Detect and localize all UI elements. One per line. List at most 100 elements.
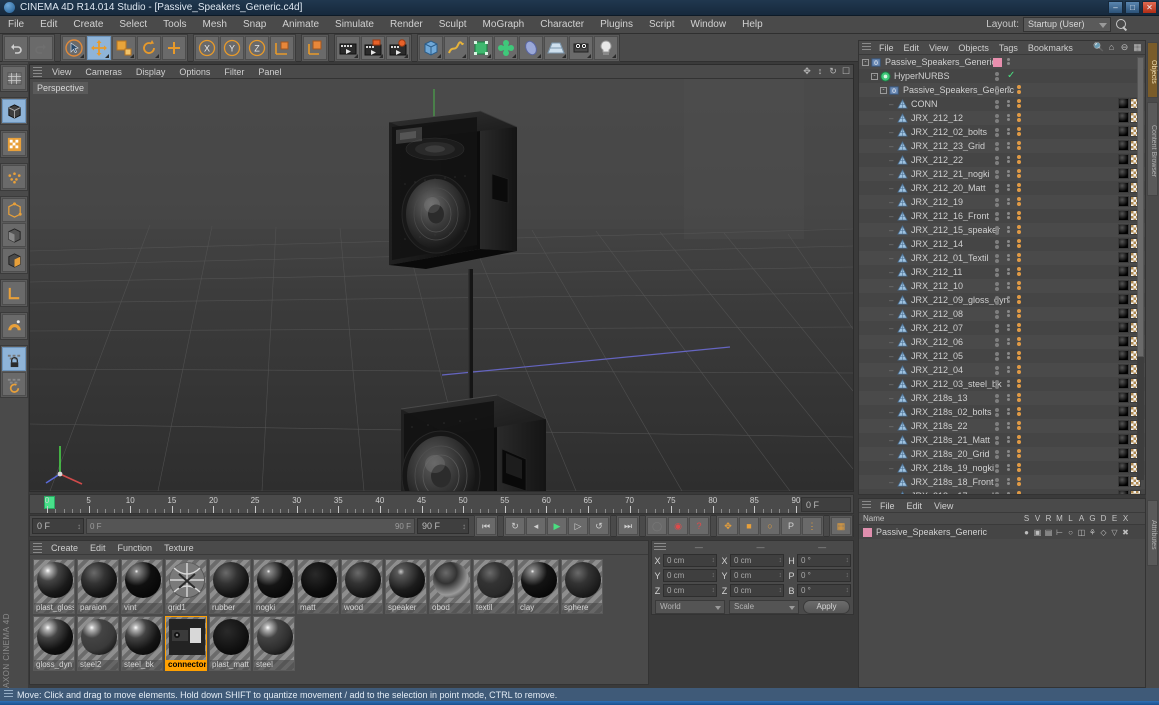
material-tag-icon[interactable] xyxy=(1118,490,1129,494)
object-state-dots[interactable] xyxy=(1007,198,1010,205)
panel-gripper-icon[interactable] xyxy=(33,66,42,77)
state-dot-a[interactable] xyxy=(1007,128,1010,131)
object-row[interactable]: – JRX_212_03_steel_bk xyxy=(859,377,1145,391)
viewport-rotate-icon[interactable]: ↻ xyxy=(828,66,838,77)
visibility-dots[interactable] xyxy=(995,254,999,263)
object-row[interactable]: – JRX_212_20_Matt xyxy=(859,181,1145,195)
material-tag-icon[interactable] xyxy=(1118,336,1129,347)
enabled-check-icon[interactable]: ✓ xyxy=(1007,70,1015,81)
visibility-dots[interactable] xyxy=(995,268,999,277)
attribute-menu-view[interactable]: View xyxy=(928,499,959,513)
workplane-lock-icon[interactable] xyxy=(2,347,26,371)
model-mode-icon[interactable] xyxy=(2,99,26,123)
attribute-menu-edit[interactable]: Edit xyxy=(901,499,929,513)
object-state-dots[interactable] xyxy=(1007,492,1010,494)
state-dot-b[interactable] xyxy=(1007,440,1010,443)
state-dot-b[interactable] xyxy=(1007,216,1010,219)
visibility-dots[interactable] xyxy=(995,464,999,473)
x-axis-button[interactable]: X xyxy=(195,35,219,60)
render-visibility-dot[interactable] xyxy=(995,133,999,137)
material-tag-icon[interactable] xyxy=(1118,420,1129,431)
state-dot-b[interactable] xyxy=(1007,62,1010,65)
material-menu-create[interactable]: Create xyxy=(45,541,84,555)
viewport-scale-icon[interactable]: ↕ xyxy=(815,66,825,77)
state-dot-a[interactable] xyxy=(1007,240,1010,243)
render-visibility-dot[interactable] xyxy=(995,301,999,305)
material-tag-icon[interactable] xyxy=(1118,196,1129,207)
object-state-dots[interactable] xyxy=(1007,380,1010,387)
size-y-field[interactable]: 0 cm xyxy=(730,569,784,582)
state-dot-a[interactable] xyxy=(1007,254,1010,257)
add-tool-button[interactable] xyxy=(162,35,186,60)
object-row[interactable]: – JRX_212_15_speaker xyxy=(859,223,1145,237)
object-state-dots[interactable] xyxy=(1007,324,1010,331)
current-frame-field[interactable]: 0 F xyxy=(32,518,84,534)
editor-visibility-dot[interactable] xyxy=(995,422,999,426)
object-state-dots[interactable] xyxy=(1007,450,1010,457)
material-swatch[interactable]: obod xyxy=(429,559,471,614)
editor-visibility-dot[interactable] xyxy=(995,240,999,244)
state-dot-a[interactable] xyxy=(1007,408,1010,411)
material-swatch[interactable]: textil xyxy=(473,559,515,614)
menu-select[interactable]: Select xyxy=(111,16,155,34)
material-swatch[interactable]: sphere xyxy=(561,559,603,614)
visibility-dots[interactable] xyxy=(995,436,999,445)
size-z-field[interactable]: 0 cm xyxy=(730,584,784,597)
material-swatch[interactable]: speaker xyxy=(385,559,427,614)
timeline-range-field[interactable]: 0 F xyxy=(801,497,851,512)
editor-visibility-dot[interactable] xyxy=(995,394,999,398)
object-scrollbar[interactable] xyxy=(1137,57,1144,480)
object-row[interactable]: – JRX_212_09_gloss_dyn xyxy=(859,293,1145,307)
record-button[interactable]: ◉ xyxy=(668,517,688,535)
object-row[interactable]: – JRX_212_23_Grid xyxy=(859,139,1145,153)
size-x-field[interactable]: 0 cm xyxy=(730,554,784,567)
rotation-p-field[interactable]: 0 ° xyxy=(797,569,851,582)
viewport-menu-panel[interactable]: Panel xyxy=(251,65,288,79)
undo-button[interactable] xyxy=(4,35,28,60)
render-visibility-dot[interactable] xyxy=(995,231,999,235)
material-tag-icon[interactable] xyxy=(1118,266,1129,277)
object-state-dots[interactable] xyxy=(1007,408,1010,415)
close-button[interactable]: ✕ xyxy=(1142,1,1157,14)
record-pla-button[interactable]: P xyxy=(781,517,801,535)
object-row[interactable]: – JRX_218s_22 xyxy=(859,419,1145,433)
state-dot-a[interactable] xyxy=(1007,380,1010,383)
material-tag-icon[interactable] xyxy=(1118,406,1129,417)
state-dot-b[interactable] xyxy=(1007,342,1010,345)
object-row[interactable]: – JRX_212_12 xyxy=(859,111,1145,125)
material-tag-icon[interactable] xyxy=(1118,434,1129,445)
object-row[interactable]: – JRX_212_22 xyxy=(859,153,1145,167)
cell-l[interactable]: ○ xyxy=(1065,528,1076,537)
material-swatch[interactable]: wood xyxy=(341,559,383,614)
visibility-dots[interactable] xyxy=(995,324,999,333)
expand-collapse-icon[interactable]: - xyxy=(880,86,887,94)
select-tool-button[interactable] xyxy=(62,35,86,60)
editor-visibility-dot[interactable] xyxy=(995,184,999,188)
material-swatch[interactable]: vint xyxy=(121,559,163,614)
render-region-button[interactable] xyxy=(361,35,385,60)
state-dot-b[interactable] xyxy=(1007,174,1010,177)
position-z-field[interactable]: 0 cm xyxy=(663,584,717,597)
material-tag-icon[interactable] xyxy=(1118,280,1129,291)
object-row[interactable]: – JRX_212_05 xyxy=(859,349,1145,363)
object-state-dots[interactable] xyxy=(1007,128,1010,135)
record-scale-button[interactable]: ■ xyxy=(739,517,759,535)
state-dot-b[interactable] xyxy=(1007,328,1010,331)
object-state-dots[interactable] xyxy=(1007,296,1010,303)
play-button[interactable]: ▶ xyxy=(547,517,567,535)
state-dot-b[interactable] xyxy=(1007,384,1010,387)
make-editable-icon[interactable] xyxy=(2,66,26,90)
material-tag-icon[interactable] xyxy=(1118,350,1129,361)
record-params-button[interactable]: ⋮ xyxy=(802,517,822,535)
editor-visibility-dot[interactable] xyxy=(995,310,999,314)
state-dot-a[interactable] xyxy=(1007,436,1010,439)
material-tag-icon[interactable] xyxy=(1118,378,1129,389)
material-swatch[interactable]: matt xyxy=(297,559,339,614)
keyframe-help-button[interactable]: ? xyxy=(689,517,709,535)
menu-render[interactable]: Render xyxy=(382,16,431,34)
timeline-scrubber[interactable]: 0 F 90 F xyxy=(86,518,415,534)
scale-tool-button[interactable] xyxy=(112,35,136,60)
menu-animate[interactable]: Animate xyxy=(274,16,327,34)
render-settings-button[interactable] xyxy=(386,35,410,60)
render-visibility-dot[interactable] xyxy=(995,343,999,347)
